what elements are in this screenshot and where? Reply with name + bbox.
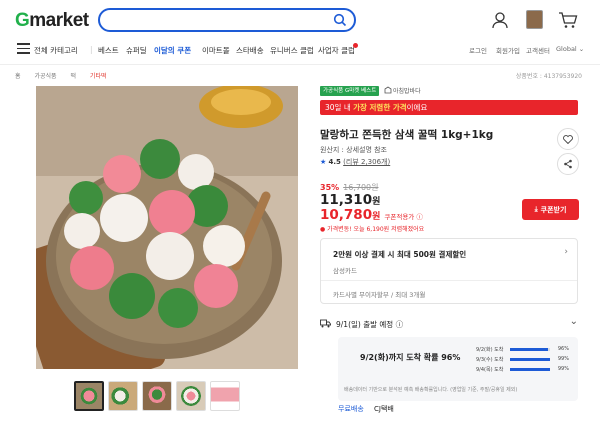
- store-icon: [384, 86, 392, 94]
- product-title: 말랑하고 쫀득한 삼색 꿀떡 1kg+1kg: [320, 129, 494, 141]
- delivery-row: 9/3(수) 도착 99%: [476, 356, 569, 363]
- breadcrumb: 홈 가공식품 떡 기타떡: [15, 71, 118, 80]
- best-badge: 가공식품 G마켓 베스트: [320, 86, 380, 96]
- breadcrumb-item-current[interactable]: 기타떡: [90, 73, 107, 80]
- installment-info: 카드사별 무이자할부 / 최대 3개월: [333, 291, 426, 299]
- progress-fill: [510, 348, 549, 351]
- cart-icon[interactable]: [558, 11, 578, 29]
- nav-item[interactable]: 슈퍼딜: [126, 45, 147, 56]
- thumbnail[interactable]: [108, 381, 138, 411]
- thumbnail[interactable]: [210, 381, 240, 411]
- product-number: 상품번호 : 4137953920: [515, 73, 582, 80]
- thumbnail[interactable]: [142, 381, 172, 411]
- search-icon[interactable]: [333, 13, 347, 27]
- thumbnail[interactable]: [176, 381, 206, 411]
- nav-item[interactable]: 스타배송: [236, 45, 264, 56]
- wishlist-button[interactable]: [557, 128, 579, 150]
- store-name[interactable]: 아침밥바다: [393, 86, 421, 95]
- nav-divider: |: [90, 45, 93, 54]
- recent-item-thumbnail[interactable]: [526, 10, 543, 29]
- delivery-headline: 9/2(화)까지 도착 확률 96%: [360, 353, 461, 362]
- chevron-right-icon[interactable]: ›: [564, 247, 568, 257]
- share-button[interactable]: [557, 153, 579, 175]
- card-name: 삼성카드: [333, 267, 357, 275]
- product-main-image: [36, 86, 298, 369]
- nav-item[interactable]: 이마트몰: [202, 45, 230, 56]
- nav-global[interactable]: Global ⌄: [556, 45, 584, 53]
- card-offer-box[interactable]: 2만원 이상 결제 시 최대 500원 결제할인 › 삼성카드 카드사별 무이자…: [320, 238, 578, 304]
- share-icon: [564, 159, 572, 169]
- nav-item[interactable]: 사업자 클럽: [318, 45, 355, 56]
- nav-signup[interactable]: 회원가입: [496, 45, 520, 55]
- lowest-price-banner: 30일 내 가장 저렴한 가격이에요: [320, 100, 578, 115]
- search-input[interactable]: [98, 8, 356, 32]
- shipping-tags: 무료배송 CJ택배: [338, 404, 394, 414]
- breadcrumb-item[interactable]: 홈: [15, 73, 21, 80]
- new-badge: [353, 43, 358, 48]
- nav-login[interactable]: 로그인: [469, 45, 487, 55]
- chevron-down-icon[interactable]: ⌄: [570, 316, 578, 327]
- nav-item[interactable]: 유니버스 클럽: [270, 45, 314, 56]
- nav-all-categories[interactable]: 전체 카테고리: [34, 45, 78, 56]
- origin-info: 원산지 : 상세설명 참조: [320, 146, 387, 154]
- nav-item[interactable]: 베스트: [98, 45, 119, 56]
- price-change-note: ● 가격변동! 오늘 6,190원 저렴해졌어요: [320, 226, 425, 233]
- delivery-row: 9/4(목) 도착 99%: [476, 366, 569, 373]
- delivery-row: 9/2(화) 도착 96%: [476, 346, 569, 353]
- header-divider: [0, 64, 600, 65]
- coupon-price: 10,780원 쿠폰적용가 ⓘ: [320, 207, 423, 223]
- free-shipping-tag: 무료배송: [338, 405, 364, 413]
- sale-price: 11,310원: [320, 192, 381, 208]
- delivery-footnote: 배송데이터 기반으로 분석된 예측 배송확률입니다. (영업일 기준, 주말/공…: [344, 387, 518, 393]
- download-icon: ⤓: [534, 205, 538, 213]
- divider: [321, 280, 577, 281]
- card-offer-title: 2만원 이상 결제 시 최대 500원 결제할인: [333, 250, 467, 259]
- breadcrumb-item[interactable]: 떡: [70, 73, 76, 80]
- star-icon: ★: [320, 158, 327, 166]
- gmarket-logo[interactable]: Gmarket: [15, 10, 89, 32]
- progress-fill: [510, 358, 550, 361]
- thumbnail[interactable]: [74, 381, 104, 411]
- heart-icon: [563, 134, 573, 144]
- truck-icon: [320, 319, 331, 328]
- coupon-button[interactable]: ⤓ 쿠폰받기: [522, 199, 579, 220]
- delivery-prediction-box: 9/2(화)까지 도착 확률 96% 9/2(화) 도착 96% 9/3(수) 도…: [338, 337, 578, 401]
- courier-tag: CJ택배: [374, 405, 394, 413]
- nav-item-highlight[interactable]: 이달의 쿠폰: [154, 45, 191, 56]
- nav-help[interactable]: 고객센터: [526, 45, 550, 55]
- progress-fill: [510, 368, 550, 371]
- breadcrumb-item[interactable]: 가공식품: [34, 73, 56, 80]
- rating[interactable]: ★ 4.5 (리뷰 2,306개): [320, 157, 390, 167]
- main-nav: 전체 카테고리 | 베스트 슈퍼딜 이달의 쿠폰 이마트몰 스타배송 유니버스 …: [0, 43, 600, 59]
- shipping-date: 9/1(일) 출발 예정 ⓘ: [336, 320, 404, 329]
- user-icon[interactable]: [491, 11, 509, 29]
